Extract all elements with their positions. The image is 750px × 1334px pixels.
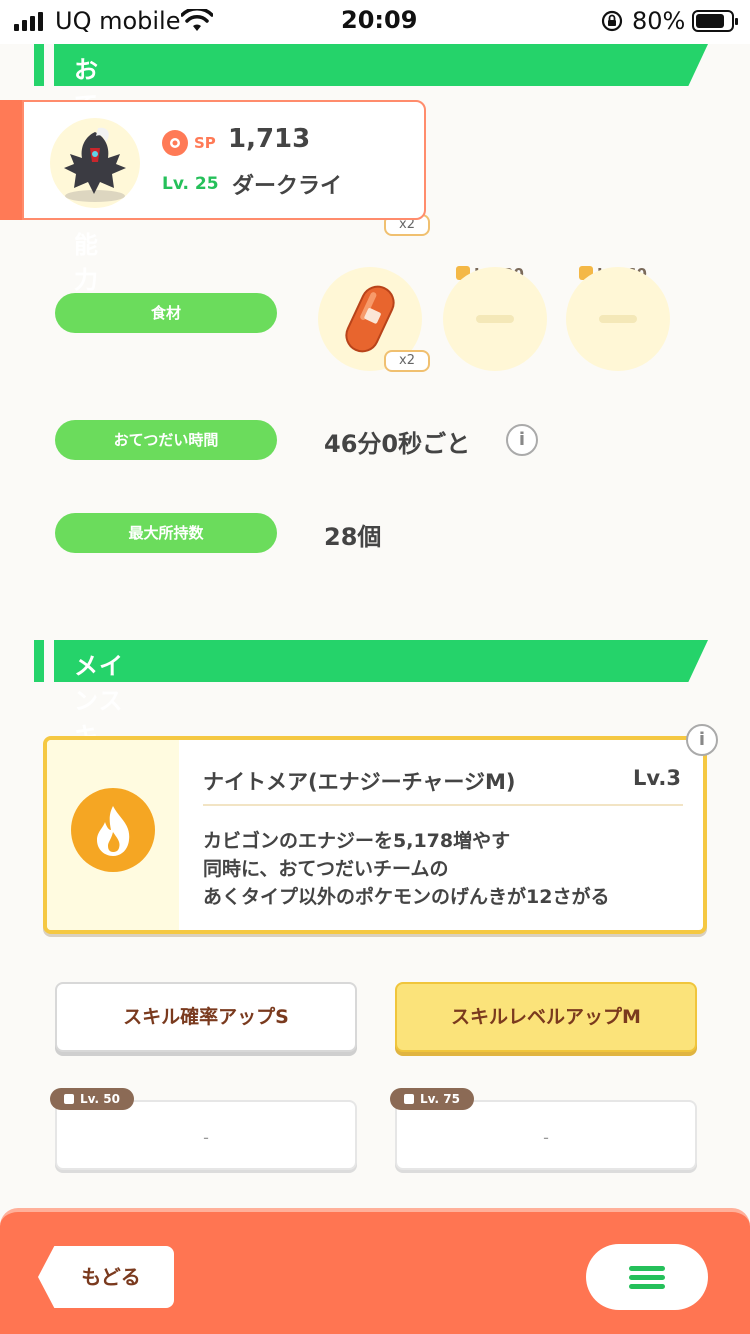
max-carry-value: 28個 (324, 523, 382, 551)
back-button[interactable]: もどる (38, 1246, 174, 1308)
status-bar: UQ mobile 20:09 80% (0, 0, 750, 44)
bottom-navigation-bar: もどる (0, 1208, 750, 1334)
pokemon-avatar (50, 118, 140, 208)
ingredient-slot-locked-1[interactable] (443, 267, 547, 371)
locked-sub-skill-slot-2[interactable]: - (395, 1100, 697, 1170)
main-skill-card[interactable]: ナイトメア(エナジーチャージM) Lv.3 カビゴンのエナジーを5,178増やす… (43, 736, 707, 934)
sub-skill-button-1[interactable]: スキル確率アップS (55, 982, 357, 1052)
menu-button[interactable] (586, 1244, 708, 1310)
pokemon-level: Lv. 25 (162, 174, 219, 194)
sp-icon (162, 130, 188, 156)
sp-value: 1,713 (228, 124, 311, 154)
help-time-label: おてつだい時間 (55, 420, 277, 460)
info-icon[interactable]: i (506, 424, 538, 456)
signal-icon (14, 12, 43, 31)
pokemon-summary-card[interactable]: SP 1,713 Lv. 25 ダークライ (22, 100, 426, 220)
main-skill-description-line-2: 同時に、おてつだいチームの (203, 858, 449, 880)
help-time-value: 46分0秒ごと (324, 430, 471, 458)
lock-icon (64, 1094, 74, 1104)
sub-skill-lock-badge-1: Lv. 50 (50, 1088, 134, 1110)
lock-icon (404, 1094, 414, 1104)
main-skill-level: Lv.3 (633, 766, 681, 790)
main-skill-description-line-1: カビゴンのエナジーを5,178増やす (203, 830, 511, 852)
sp-label: SP (194, 134, 216, 152)
ingredient-quantity: x2 (384, 350, 430, 372)
wifi-icon (181, 9, 213, 31)
rotation-lock-icon (601, 10, 623, 32)
pokemon-name: ダークライ (232, 174, 343, 199)
battery-percentage: 80% (632, 7, 686, 35)
carrier-name: UQ mobile (55, 7, 181, 35)
ingredient-slot-locked-2[interactable] (566, 267, 670, 371)
sub-skill-lock-badge-2: Lv. 75 (390, 1088, 474, 1110)
flame-icon (71, 788, 155, 872)
divider (203, 804, 683, 806)
ingredient-label: 食材 (55, 293, 277, 333)
max-carry-label: 最大所持数 (55, 513, 277, 553)
clock-time: 20:09 (341, 6, 418, 34)
sub-skill-button-2[interactable]: スキルレベルアップM (395, 982, 697, 1052)
skill-info-icon[interactable]: i (686, 724, 718, 756)
main-skill-name: ナイトメア(エナジーチャージM) (203, 770, 516, 794)
main-skill-description-line-3: あくタイプ以外のポケモンのげんきが12さがる (203, 886, 610, 908)
locked-sub-skill-slot-1[interactable]: - (55, 1100, 357, 1170)
sausage-icon (345, 285, 395, 353)
battery-icon (692, 10, 738, 32)
